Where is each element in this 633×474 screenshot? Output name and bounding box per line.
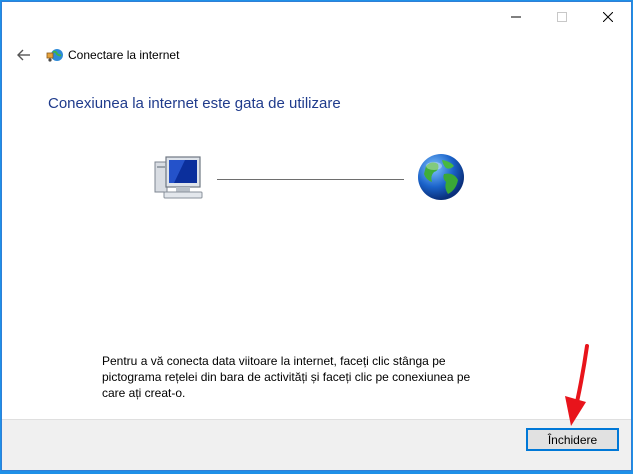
network-connection-icon xyxy=(46,49,63,62)
minimize-button[interactable] xyxy=(493,2,539,32)
connection-diagram xyxy=(2,142,633,212)
maximize-icon xyxy=(557,12,567,22)
red-arrow-icon xyxy=(565,344,589,426)
instructions-text: Pentru a vă conecta data viitoare la int… xyxy=(102,354,471,400)
footer-bar: Închidere xyxy=(2,419,631,470)
minimize-icon xyxy=(511,16,521,18)
computer-icon xyxy=(154,156,203,199)
page-heading: Conexiunea la internet este gata de util… xyxy=(48,95,341,112)
navigation-row: Conectare la internet xyxy=(2,40,631,70)
back-arrow-icon xyxy=(17,49,30,61)
globe-icon xyxy=(418,154,464,200)
connection-line xyxy=(217,179,404,180)
close-window-button[interactable] xyxy=(585,2,631,32)
app-title: Conectare la internet xyxy=(68,48,180,62)
close-icon xyxy=(603,12,613,22)
back-button[interactable] xyxy=(12,44,36,66)
title-bar xyxy=(2,2,631,32)
close-button[interactable]: Închidere xyxy=(526,428,619,451)
maximize-button xyxy=(539,2,585,32)
dialog-window: Conectare la internet Conexiunea la inte… xyxy=(1,1,632,471)
